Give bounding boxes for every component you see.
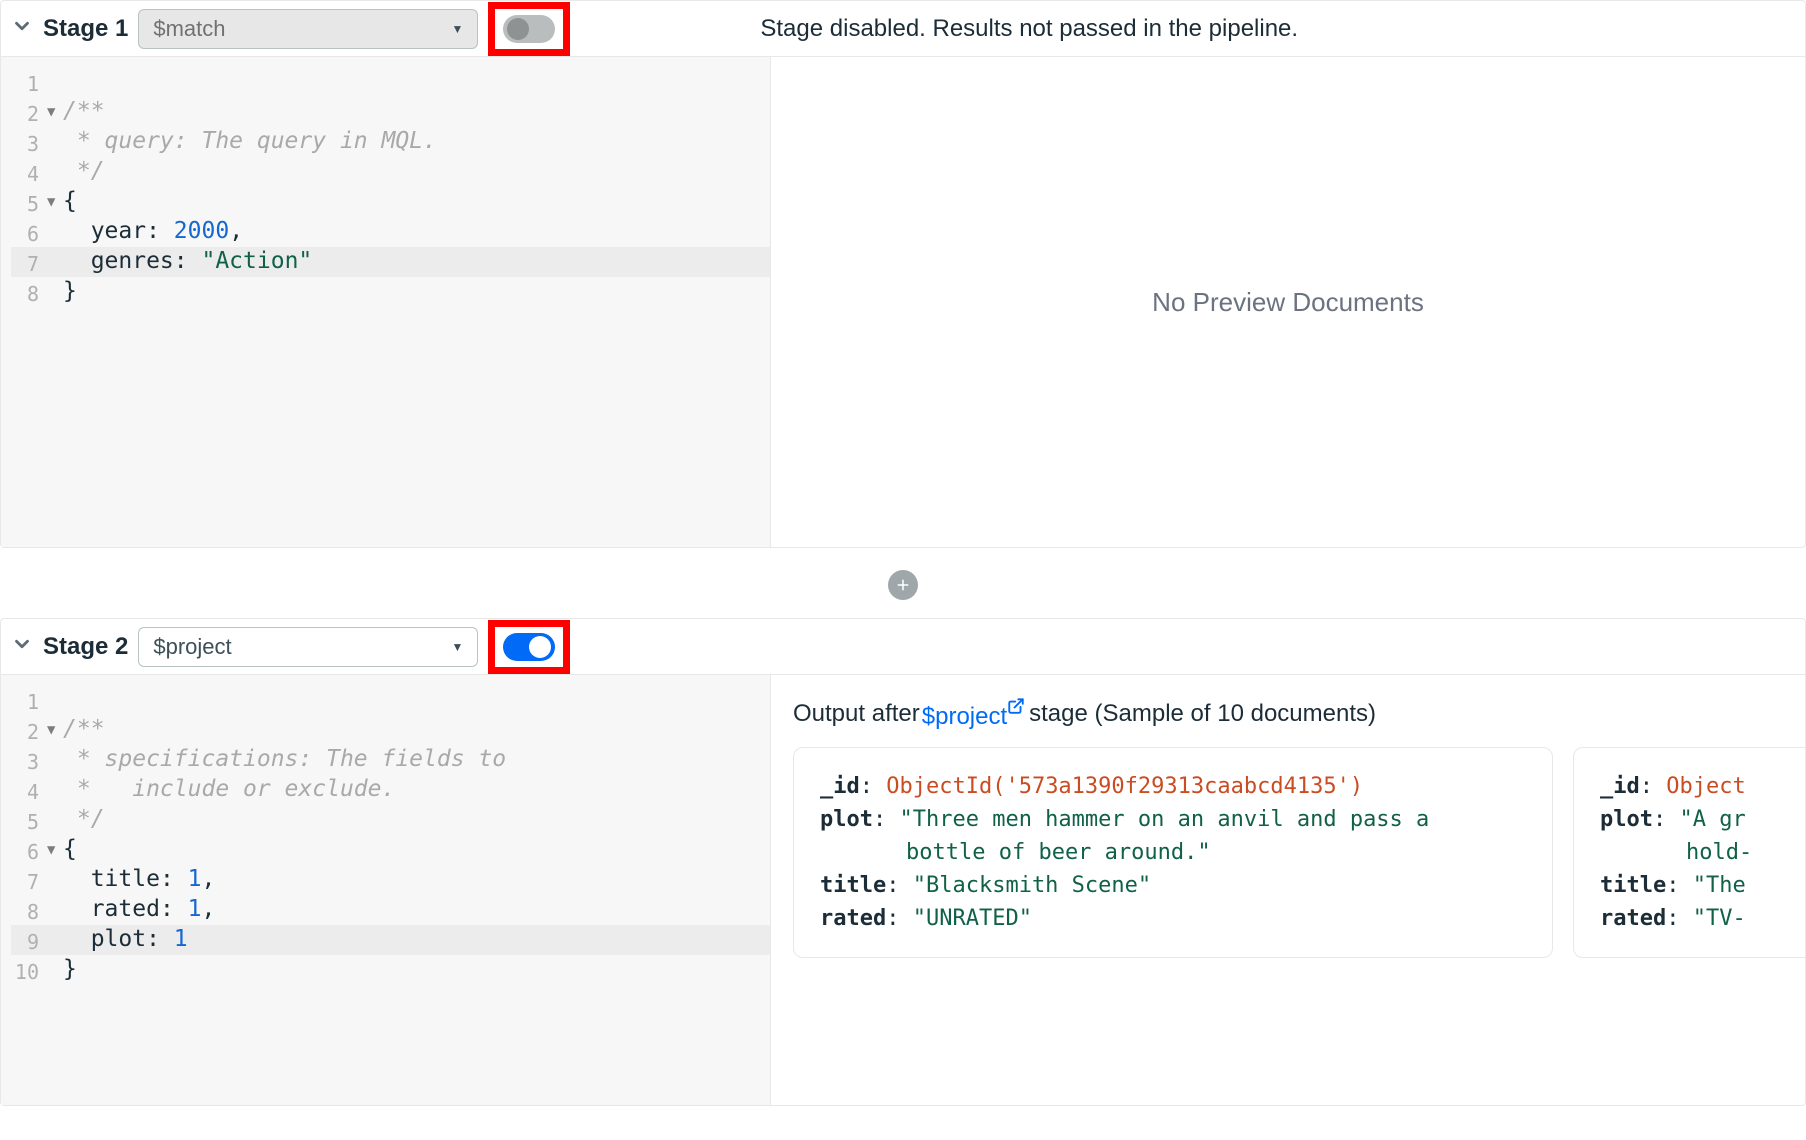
no-preview-text: No Preview Documents (1152, 287, 1424, 318)
stage-1-disabled-message: Stage disabled. Results not passed in th… (760, 15, 1298, 43)
stage-1-toggle-highlight (488, 2, 570, 56)
stage-2-body: 1 2▼/** 3 * specifications: The fields t… (1, 675, 1805, 1105)
stage-1-preview: No Preview Documents (771, 57, 1805, 547)
add-stage-row (0, 558, 1806, 618)
add-stage-button[interactable] (888, 570, 918, 600)
stage-2-operator-select[interactable]: $project ▼ (138, 627, 478, 667)
document-cards: _id: ObjectId('573a1390f29313caabcd4135'… (793, 747, 1805, 958)
stage-1-enable-toggle[interactable] (503, 15, 555, 43)
stage-2-operator-value: $project (153, 634, 231, 660)
stage-1: Stage 1 $match ▼ Stage disabled. Results… (0, 0, 1806, 548)
stage-2-title: Stage 2 (43, 633, 128, 661)
chevron-down-icon[interactable] (11, 633, 33, 661)
stage-2-output: Output after $project stage (Sample of 1… (771, 675, 1805, 1105)
stage-1-title: Stage 1 (43, 15, 128, 43)
stage-2: Stage 2 $project ▼ 1 2▼/** 3 * specifica… (0, 618, 1806, 1106)
caret-down-icon: ▼ (451, 640, 463, 654)
caret-down-icon: ▼ (451, 22, 463, 36)
stage-2-enable-toggle[interactable] (503, 633, 555, 661)
stage-1-operator-select[interactable]: $match ▼ (138, 9, 478, 49)
document-card[interactable]: _id: ObjectId('573a1390f29313caabcd4135'… (793, 747, 1553, 958)
stage-2-header: Stage 2 $project ▼ (1, 619, 1805, 675)
chevron-down-icon[interactable] (11, 15, 33, 43)
external-link-icon (1007, 703, 1025, 730)
stage-1-header: Stage 1 $match ▼ Stage disabled. Results… (1, 1, 1805, 57)
document-card[interactable]: _id: Object plot: "A gr hold- title: "Th… (1573, 747, 1805, 958)
stage-1-body: 1 2▼/** 3 * query: The query in MQL. 4 *… (1, 57, 1805, 547)
stage-2-editor[interactable]: 1 2▼/** 3 * specifications: The fields t… (1, 675, 771, 1105)
project-link[interactable]: $project (922, 697, 1025, 731)
stage-1-editor[interactable]: 1 2▼/** 3 * query: The query in MQL. 4 *… (1, 57, 771, 547)
stage-2-toggle-highlight (488, 620, 570, 674)
output-title: Output after $project stage (Sample of 1… (793, 697, 1805, 731)
stage-1-operator-value: $match (153, 16, 225, 42)
